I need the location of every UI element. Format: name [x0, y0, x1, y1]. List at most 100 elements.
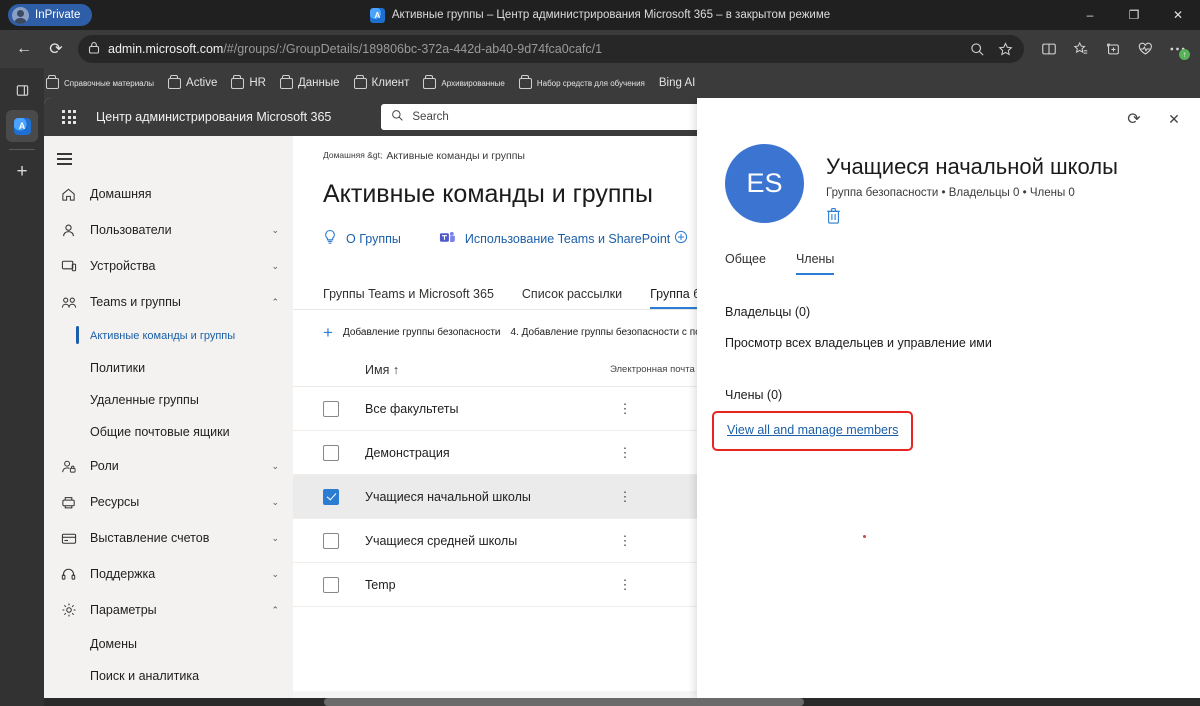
row-more-actions-icon[interactable]: ⋮ [610, 402, 640, 415]
sidebar-item-label: Выставление счетов [90, 531, 210, 545]
sidebar-item-settings[interactable]: Параметры ⌃ [44, 592, 293, 628]
row-more-actions-icon[interactable]: ⋮ [610, 534, 640, 547]
role-icon [60, 459, 77, 474]
minimize-button[interactable]: – [1068, 0, 1112, 30]
row-checkbox[interactable] [323, 488, 339, 505]
row-checkbox-cell[interactable] [323, 576, 365, 593]
view-manage-members-link[interactable]: View all and manage members [727, 423, 898, 437]
group-avatar: ES [725, 144, 804, 223]
sidebar-item-domains[interactable]: Домены [44, 628, 293, 660]
favorites-list-icon[interactable] [1066, 35, 1096, 63]
close-panel-icon[interactable]: ✕ [1162, 107, 1186, 131]
cursor-marker [863, 535, 866, 538]
sidebar-sub-label: Поиск и аналитика [90, 669, 200, 683]
bookmark-label: Архивированные [441, 78, 505, 88]
bookmark-item[interactable]: Справочные материалы [40, 75, 160, 92]
omnibox-actions [964, 37, 1018, 61]
m365-brand-title[interactable]: Центр администрирования Microsoft 365 [96, 110, 331, 124]
bookmark-item[interactable]: Bing AI [653, 74, 701, 92]
global-search-placeholder: Search [412, 111, 449, 123]
sidebar-item-roles[interactable]: Роли ⌄ [44, 448, 293, 484]
zoom-search-icon[interactable] [964, 37, 990, 61]
sidebar-item-home[interactable]: Домашняя [44, 176, 293, 212]
plus-circle-icon [674, 230, 688, 247]
split-screen-icon[interactable] [1034, 35, 1064, 63]
quick-link-label: Использование Teams и SharePoint [464, 231, 671, 246]
row-more-actions-icon[interactable]: ⋮ [610, 446, 640, 459]
chevron-down-icon: ⌄ [271, 224, 279, 235]
row-checkbox-cell[interactable] [323, 444, 365, 461]
row-checkbox[interactable] [323, 444, 339, 461]
hscroll-thumb[interactable] [324, 698, 804, 706]
tab-m365-admin[interactable] [6, 110, 38, 142]
back-button[interactable]: ← [8, 34, 40, 64]
quick-link-about-groups[interactable]: О Группы [323, 229, 401, 248]
row-checkbox-cell[interactable] [323, 488, 365, 505]
row-checkbox-cell[interactable] [323, 400, 365, 417]
bookmark-item[interactable]: Данные [274, 74, 346, 92]
sidebar-item-policies[interactable]: Политики [44, 352, 293, 384]
settings-more-icon[interactable]: ↑ [1162, 35, 1192, 63]
column-header-name[interactable]: Имя ↑ [365, 363, 610, 377]
sidebar-item-deleted-groups[interactable]: Удаленные группы [44, 384, 293, 416]
inprivate-avatar-icon [12, 6, 29, 24]
lock-icon [88, 41, 100, 57]
tab-separator [9, 149, 35, 150]
bookmark-item[interactable]: Архивированные [417, 75, 510, 92]
bookmark-item[interactable]: HR [225, 74, 272, 92]
sidebar-item-teams-groups[interactable]: Teams и группы ⌃ [44, 284, 293, 320]
sidebar-item-support[interactable]: Поддержка ⌄ [44, 556, 293, 592]
folder-icon [168, 75, 182, 89]
column-header-email[interactable]: Электронная почта [610, 364, 695, 375]
row-checkbox-cell[interactable] [323, 532, 365, 549]
row-more-actions-icon[interactable]: ⋮ [610, 490, 640, 503]
row-name: Temp [365, 577, 396, 592]
sidebar-item-search-intelligence[interactable]: Поиск и аналитика [44, 660, 293, 692]
app-launcher-button[interactable] [52, 100, 86, 134]
row-name: Учащиеся средней школы [365, 533, 518, 548]
inprivate-badge[interactable]: InPrivate [8, 4, 93, 26]
row-checkbox[interactable] [323, 532, 339, 549]
tab-list-icon[interactable] [6, 74, 38, 106]
row-checkbox[interactable] [323, 400, 339, 417]
tab-teams-m365-groups[interactable]: Группы Teams и Microsoft 365 [323, 287, 494, 309]
bookmark-item[interactable]: Клиент [348, 74, 416, 92]
sidebar-item-active-teams-groups[interactable]: Активные команды и группы [44, 320, 293, 352]
sidebar-item-label: Устройства [90, 259, 156, 273]
favorite-star-icon[interactable] [992, 37, 1018, 61]
bookmark-item[interactable]: Active [162, 74, 223, 92]
maximize-button[interactable]: ❐ [1112, 0, 1156, 30]
window-title: Активные группы – Центр администрировани… [391, 9, 831, 21]
refresh-icon[interactable]: ⟳ [1122, 107, 1146, 131]
row-checkbox[interactable] [323, 576, 339, 593]
chevron-down-icon: ⌄ [271, 532, 279, 543]
billing-icon [60, 532, 77, 545]
close-window-button[interactable]: ✕ [1156, 0, 1200, 30]
quick-link-teams-sharepoint-usage[interactable]: Использование Teams и SharePoint [439, 230, 670, 248]
add-security-group-button[interactable]: Добавление группы безопасности [343, 327, 501, 338]
view-manage-owners-link[interactable]: Просмотр всех владельцев и управление им… [725, 336, 992, 350]
sidebar-item-devices[interactable]: Устройства ⌄ [44, 248, 293, 284]
panel-tab-members[interactable]: Члены [795, 252, 835, 275]
new-tab-button[interactable]: + [6, 156, 38, 188]
nav-collapse-button[interactable] [44, 142, 84, 176]
sidebar-item-shared-mailboxes[interactable]: Общие почтовые ящики [44, 416, 293, 448]
delete-group-icon[interactable] [826, 207, 1118, 228]
sidebar-item-resources[interactable]: Ресурсы ⌄ [44, 484, 293, 520]
tab-distribution-list[interactable]: Список рассылки [522, 287, 622, 309]
site-favicon-icon [369, 7, 385, 23]
sidebar-item-billing[interactable]: Выставление счетов ⌄ [44, 520, 293, 556]
folder-icon [518, 75, 532, 89]
row-more-actions-icon[interactable]: ⋮ [610, 578, 640, 591]
address-bar[interactable]: admin.microsoft.com/#/groups/:/GroupDeta… [78, 35, 1024, 63]
browser-horizontal-scrollbar[interactable] [44, 698, 1200, 706]
collections-icon[interactable] [1098, 35, 1128, 63]
sidebar-item-users[interactable]: Пользователи ⌄ [44, 212, 293, 248]
bookmark-item[interactable]: Набор средств для обучения [513, 75, 651, 92]
panel-tab-general[interactable]: Общее [725, 252, 766, 275]
panel-header-text: Учащиеся начальной школы Группа безопасн… [826, 144, 1118, 228]
refresh-button[interactable]: ⟳ [40, 34, 72, 64]
browser-essentials-icon[interactable] [1130, 35, 1160, 63]
breadcrumb-home[interactable]: Домашняя &gt; [323, 150, 382, 162]
